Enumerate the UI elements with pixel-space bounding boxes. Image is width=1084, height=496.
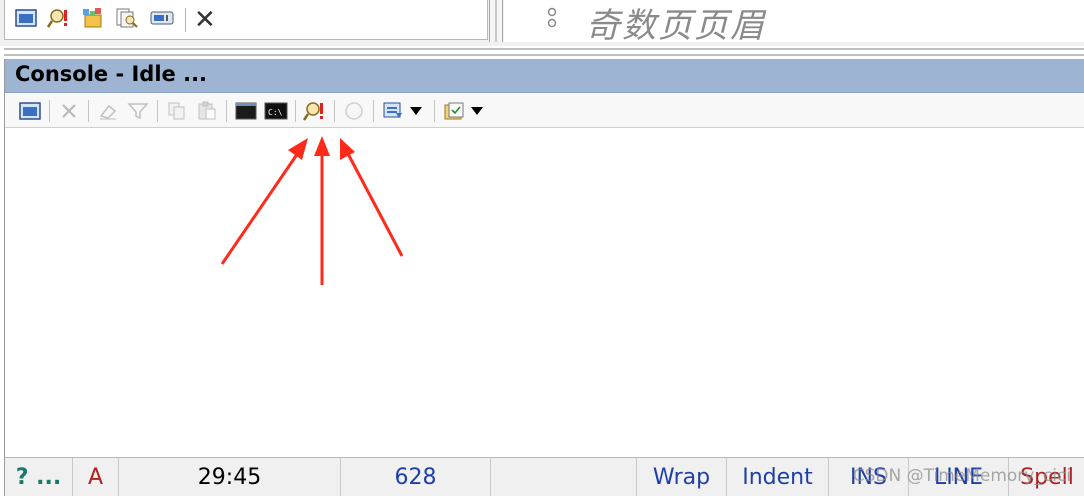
console-output-area[interactable] (5, 129, 1084, 457)
eraser-icon[interactable] (95, 98, 121, 124)
status-wrap[interactable]: Wrap (637, 458, 727, 496)
splitter-bar[interactable] (489, 0, 503, 42)
odd-page-header-label: 奇数页页眉 (586, 6, 766, 46)
status-char-count[interactable]: 628 (341, 458, 491, 496)
toolbar-separator (334, 99, 335, 122)
top-toolbar: ✕ (4, 0, 488, 40)
tool-icon[interactable] (149, 8, 175, 32)
svg-text:C:\: C:\ (268, 108, 283, 117)
close-icon[interactable]: ✕ (194, 7, 216, 33)
header-marker-icon (544, 6, 560, 35)
console-toolbar: C:\ (5, 94, 1084, 128)
document-area[interactable]: 奇数页页眉 (504, 0, 1084, 46)
find-icon[interactable] (46, 7, 71, 33)
status-empty-cell (491, 458, 637, 496)
console-title: Console - Idle ... (15, 62, 208, 86)
status-help[interactable]: ? ... (5, 458, 73, 496)
settings-list-icon[interactable] (441, 98, 467, 124)
status-cursor-position[interactable]: 29:45 (119, 458, 341, 496)
project-icon[interactable] (81, 7, 105, 33)
status-indent[interactable]: Indent (727, 458, 829, 496)
toolbar-separator (373, 99, 374, 122)
toolbar-separator (295, 99, 296, 122)
chevron-down-icon[interactable] (471, 106, 483, 115)
toolbar-separator (185, 7, 186, 32)
paste-icon[interactable] (194, 98, 220, 124)
top-strip: ✕ 奇数页页眉 (0, 0, 1084, 46)
console-titlebar[interactable]: Console - Idle ... (5, 59, 1084, 93)
copy-icon[interactable] (164, 98, 190, 124)
close-icon[interactable] (56, 98, 82, 124)
stop-icon[interactable] (341, 98, 367, 124)
chevron-down-icon[interactable] (410, 106, 422, 115)
console-window-icon[interactable] (233, 98, 259, 124)
toolbar-separator (157, 99, 158, 122)
console-panel: Console - Idle ... C:\ ? ... A 29:45 628… (4, 59, 1084, 496)
window-icon[interactable] (15, 8, 37, 32)
toolbar-separator (49, 99, 50, 122)
find-in-files-icon[interactable] (115, 7, 139, 33)
watermark: CSDN @TimeMemory_cici (852, 466, 1071, 486)
divider-line (4, 48, 1084, 56)
command-prompt-icon[interactable]: C:\ (263, 98, 289, 124)
output-options-icon[interactable] (380, 98, 406, 124)
filter-icon[interactable] (125, 98, 151, 124)
status-bar: ? ... A 29:45 628 Wrap Indent INS LINE S… (5, 457, 1084, 496)
find-icon[interactable] (302, 98, 328, 124)
status-font-flag[interactable]: A (73, 458, 119, 496)
window-icon[interactable] (17, 98, 43, 124)
toolbar-separator (434, 99, 435, 122)
toolbar-separator (88, 99, 89, 122)
toolbar-separator (226, 99, 227, 122)
